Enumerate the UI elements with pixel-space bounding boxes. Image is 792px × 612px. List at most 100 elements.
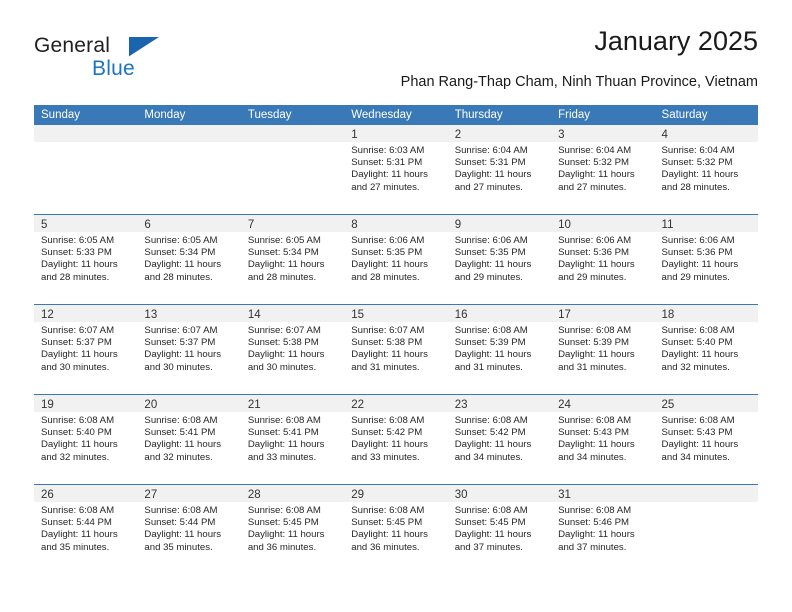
calendar-day-cell[interactable]: 20 Sunrise: 6:08 AM Sunset: 5:41 PM Dayligh… <box>137 395 241 484</box>
calendar-day-cell[interactable]: 30 Sunrise: 6:08 AM Sunset: 5:45 PM Dayligh… <box>447 485 552 574</box>
calendar-day-cell[interactable]: 18 Sunrise: 6:08 AM Sunset: 5:40 PM Dayligh… <box>654 305 758 394</box>
calendar-day-cell[interactable]: 11 Sunrise: 6:06 AM Sunset: 5:36 PM Dayligh… <box>654 215 758 304</box>
day-details: Sunrise: 6:08 AM Sunset: 5:42 PM Daylight:… <box>344 412 447 464</box>
day-details: Sunrise: 6:06 AM Sunset: 5:35 PM Daylight:… <box>448 232 551 284</box>
day-details: Sunrise: 6:06 AM Sunset: 5:35 PM Daylight:… <box>344 232 447 284</box>
calendar-day-cell[interactable]: 22 Sunrise: 6:08 AM Sunset: 5:42 PM Dayligh… <box>344 395 448 484</box>
weekday-header-monday: Monday <box>144 109 186 121</box>
daylight-text-line2: and 30 minutes. <box>247 361 317 373</box>
calendar-day-cell[interactable]: 17 Sunrise: 6:08 AM Sunset: 5:39 PM Dayligh… <box>551 305 655 394</box>
day-number-bar: 24 <box>551 395 655 412</box>
calendar-day-cell[interactable]: 29 Sunrise: 6:08 AM Sunset: 5:45 PM Dayligh… <box>344 485 448 574</box>
day-number: 15 <box>351 309 365 321</box>
day-number-bar: 5 <box>34 215 138 232</box>
sunrise-text: Sunrise: 6:03 AM <box>351 145 425 156</box>
day-number: 25 <box>661 399 675 411</box>
sunset-text: Sunset: 5:32 PM <box>558 157 630 169</box>
day-number-bar: 3 <box>551 125 655 142</box>
day-number-bar: 23 <box>447 395 552 412</box>
calendar-day-cell[interactable]: 5 Sunrise: 6:05 AM Sunset: 5:33 PM Daylight… <box>34 215 138 304</box>
sunrise-text: Sunrise: 6:08 AM <box>558 505 632 516</box>
sunrise-text: Sunrise: 6:06 AM <box>661 235 735 246</box>
day-number-bar: 13 <box>137 305 241 322</box>
calendar-day-cell[interactable]: 12 Sunrise: 6:07 AM Sunset: 5:37 PM Dayligh… <box>34 305 138 394</box>
calendar-day-cell[interactable]: 6 Sunrise: 6:05 AM Sunset: 5:34 PM Daylight… <box>137 215 241 304</box>
daylight-text-line1: Daylight: 11 hours <box>247 259 325 271</box>
sunrise-text: Sunrise: 6:08 AM <box>351 415 425 426</box>
calendar-day-cell[interactable]: 31 Sunrise: 6:08 AM Sunset: 5:46 PM Dayligh… <box>551 485 655 574</box>
daylight-text-line1: Daylight: 11 hours <box>351 439 428 451</box>
calendar-day-cell[interactable]: 10 Sunrise: 6:06 AM Sunset: 5:36 PM Dayligh… <box>551 215 655 304</box>
calendar-day-cell[interactable]: 25 Sunrise: 6:08 AM Sunset: 5:43 PM Dayligh… <box>654 395 758 484</box>
sunset-text: Sunset: 5:42 PM <box>454 427 526 439</box>
day-number: 24 <box>558 399 571 411</box>
day-number-bar: 14 <box>240 305 345 322</box>
sunset-text: Sunset: 5:35 PM <box>454 247 526 259</box>
sunrise-text: Sunrise: 6:05 AM <box>144 235 218 246</box>
day-number-bar: 25 <box>654 395 758 412</box>
day-details: Sunrise: 6:08 AM Sunset: 5:39 PM Daylight:… <box>448 322 551 374</box>
day-number-bar: 21 <box>240 395 345 412</box>
page-subtitle: Phan Rang-Thap Cham, Ninh Thuan Province… <box>400 74 758 90</box>
day-details: Sunrise: 6:07 AM Sunset: 5:38 PM Daylight:… <box>241 322 344 374</box>
sunset-text: Sunset: 5:37 PM <box>41 337 112 349</box>
calendar-day-cell-empty <box>654 485 758 574</box>
day-number: 12 <box>41 309 54 321</box>
daylight-text-line2: and 37 minutes. <box>454 541 523 553</box>
daylight-text-line2: and 36 minutes. <box>351 541 420 553</box>
daylight-text-line2: and 32 minutes. <box>661 361 730 373</box>
daylight-text-line2: and 28 minutes. <box>144 271 213 283</box>
calendar-day-cell[interactable]: 26 Sunrise: 6:08 AM Sunset: 5:44 PM Dayligh… <box>34 485 138 574</box>
brand-name-blue: Blue <box>92 57 135 80</box>
daylight-text-line2: and 28 minutes. <box>247 271 317 283</box>
sunrise-text: Sunrise: 6:08 AM <box>454 415 528 426</box>
sunset-text: Sunset: 5:41 PM <box>247 427 319 439</box>
day-number: 8 <box>351 219 358 231</box>
daylight-text-line1: Daylight: 11 hours <box>558 349 635 361</box>
calendar-day-cell[interactable]: 3 Sunrise: 6:04 AM Sunset: 5:32 PM Daylight… <box>551 125 655 214</box>
day-details: Sunrise: 6:08 AM Sunset: 5:43 PM Daylight:… <box>655 412 758 464</box>
sunrise-text: Sunrise: 6:08 AM <box>144 415 218 426</box>
daylight-text-line1: Daylight: 11 hours <box>351 259 428 271</box>
calendar-day-cell[interactable]: 16 Sunrise: 6:08 AM Sunset: 5:39 PM Dayligh… <box>447 305 552 394</box>
calendar-day-cell[interactable]: 27 Sunrise: 6:08 AM Sunset: 5:44 PM Dayligh… <box>137 485 241 574</box>
day-number: 22 <box>351 399 365 411</box>
calendar-day-cell[interactable]: 23 Sunrise: 6:08 AM Sunset: 5:42 PM Dayligh… <box>447 395 552 484</box>
day-number-bar: 30 <box>447 485 552 502</box>
calendar-day-cell[interactable]: 14 Sunrise: 6:07 AM Sunset: 5:38 PM Dayligh… <box>240 305 345 394</box>
sunset-text: Sunset: 5:39 PM <box>558 337 630 349</box>
sunset-text: Sunset: 5:45 PM <box>351 517 423 529</box>
calendar-day-cell[interactable]: 24 Sunrise: 6:08 AM Sunset: 5:43 PM Dayligh… <box>551 395 655 484</box>
calendar-day-cell[interactable]: 9 Sunrise: 6:06 AM Sunset: 5:35 PM Daylight… <box>447 215 552 304</box>
daylight-text-line2: and 34 minutes. <box>454 451 523 463</box>
day-number: 28 <box>247 489 261 501</box>
brand-logo[interactable]: General Blue <box>34 34 244 92</box>
calendar-day-cell[interactable]: 4 Sunrise: 6:04 AM Sunset: 5:32 PM Daylight… <box>654 125 758 214</box>
calendar-day-cell[interactable]: 7 Sunrise: 6:05 AM Sunset: 5:34 PM Daylight… <box>240 215 345 304</box>
day-details: Sunrise: 6:03 AM Sunset: 5:31 PM Daylight:… <box>344 142 447 194</box>
calendar-day-cell[interactable]: 2 Sunrise: 6:04 AM Sunset: 5:31 PM Daylight… <box>447 125 552 214</box>
sunset-text: Sunset: 5:45 PM <box>247 517 319 529</box>
calendar-day-cell[interactable]: 15 Sunrise: 6:07 AM Sunset: 5:38 PM Dayligh… <box>344 305 448 394</box>
calendar-day-cell[interactable]: 28 Sunrise: 6:08 AM Sunset: 5:45 PM Dayligh… <box>240 485 345 574</box>
day-number: 18 <box>661 309 675 321</box>
day-details: Sunrise: 6:08 AM Sunset: 5:45 PM Daylight:… <box>241 502 344 554</box>
calendar-day-cell[interactable]: 8 Sunrise: 6:06 AM Sunset: 5:35 PM Daylight… <box>344 215 448 304</box>
sunset-text: Sunset: 5:40 PM <box>661 337 733 349</box>
day-number-bar: 11 <box>654 215 758 232</box>
daylight-text-line1: Daylight: 11 hours <box>144 439 222 451</box>
calendar-day-cell[interactable]: 19 Sunrise: 6:08 AM Sunset: 5:40 PM Dayligh… <box>34 395 138 484</box>
sunrise-text: Sunrise: 6:05 AM <box>41 235 115 246</box>
calendar-day-cell[interactable]: 1 Sunrise: 6:03 AM Sunset: 5:31 PM Daylight… <box>344 125 448 214</box>
day-details: Sunrise: 6:08 AM Sunset: 5:43 PM Daylight:… <box>551 412 654 464</box>
calendar-week-row: 5 Sunrise: 6:05 AM Sunset: 5:33 PM Daylight… <box>34 214 758 304</box>
daylight-text-line2: and 34 minutes. <box>558 451 627 463</box>
day-number: 19 <box>41 399 54 411</box>
daylight-text-line2: and 30 minutes. <box>144 361 213 373</box>
daylight-text-line2: and 32 minutes. <box>144 451 213 463</box>
calendar-day-cell[interactable]: 13 Sunrise: 6:07 AM Sunset: 5:37 PM Dayligh… <box>137 305 241 394</box>
day-number: 3 <box>558 129 565 141</box>
day-number: 31 <box>558 489 571 501</box>
calendar-day-cell[interactable]: 21 Sunrise: 6:08 AM Sunset: 5:41 PM Dayligh… <box>240 395 345 484</box>
weekday-header-tuesday: Tuesday <box>247 109 292 121</box>
